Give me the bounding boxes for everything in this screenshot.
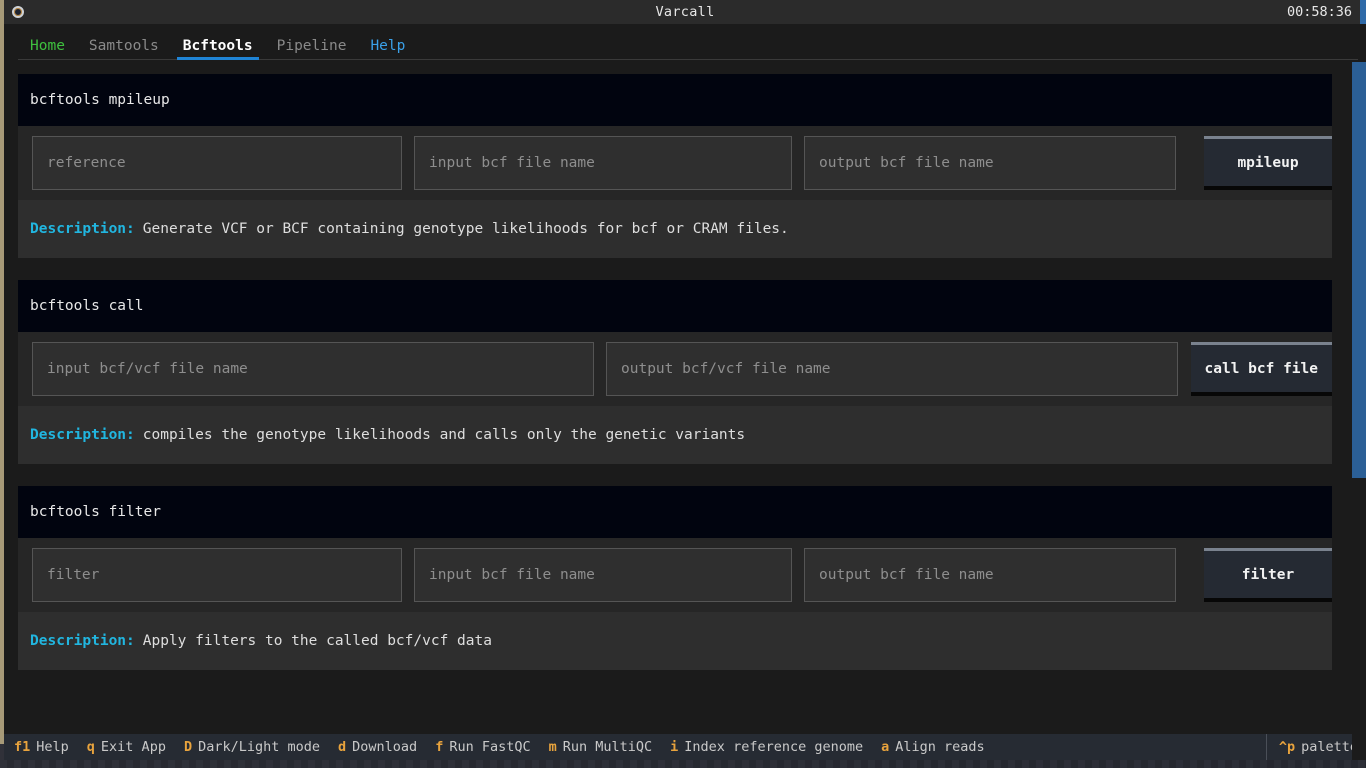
panel-input-row: reference input bcf file name output bcf… (18, 126, 1332, 200)
footer-label: Run FastQC (449, 739, 531, 755)
footer-label: Run MultiQC (562, 739, 653, 755)
footer-key: q (86, 739, 95, 755)
footer-item-align-reads[interactable]: a Align reads (881, 739, 985, 755)
footer-key: d (338, 739, 347, 755)
footer-label: Align reads (895, 739, 985, 755)
title-bar: Varcall 00:58:36 (4, 0, 1366, 24)
panel-bcftools-filter: bcftools filter filter input bcf file na… (18, 486, 1332, 670)
clock: 00:58:36 (1286, 4, 1352, 20)
scrollbar-thumb[interactable] (1352, 62, 1366, 478)
panel-input-row: input bcf/vcf file name output bcf/vcf f… (18, 332, 1332, 406)
mpileup-button[interactable]: mpileup (1204, 136, 1332, 190)
panel-description: Description: compiles the genotype likel… (18, 406, 1332, 464)
panel-title: bcftools filter (18, 486, 1332, 538)
tab-pipeline[interactable]: Pipeline (265, 38, 359, 61)
input-bcf-file-input[interactable]: input bcf file name (414, 136, 792, 190)
footer-key: m (548, 739, 557, 755)
description-text: Generate VCF or BCF containing genotype … (142, 221, 789, 237)
panel-bcftools-mpileup: bcftools mpileup reference input bcf fil… (18, 74, 1332, 258)
footer-keybar: f1 Help q Exit App D Dark/Light mode d D… (4, 734, 1366, 760)
footer-item-exit-app[interactable]: q Exit App (87, 739, 166, 755)
input-bcf-vcf-file-input[interactable]: input bcf/vcf file name (32, 342, 594, 396)
tab-bcftools[interactable]: Bcftools (171, 38, 265, 61)
footer-key: f1 (14, 739, 31, 755)
description-text: Apply filters to the called bcf/vcf data (142, 633, 492, 649)
footer-label: Download (352, 739, 418, 755)
footer-key: i (670, 739, 679, 755)
content-area: bcftools mpileup reference input bcf fil… (4, 60, 1366, 734)
title-bar-accent (1360, 0, 1366, 24)
footer-item-help[interactable]: f1 Help (14, 739, 69, 755)
filter-button[interactable]: filter (1204, 548, 1332, 602)
panel-description: Description: Generate VCF or BCF contain… (18, 200, 1332, 258)
application-window: Varcall 00:58:36 Home Samtools Bcftools … (4, 0, 1366, 760)
footer-item-run-multiqc[interactable]: m Run MultiQC (549, 739, 653, 755)
tab-help[interactable]: Help (358, 38, 417, 61)
call-bcf-file-button[interactable]: call bcf file (1190, 342, 1332, 396)
description-text: compiles the genotype likelihoods and ca… (142, 427, 746, 443)
panel-bcftools-call: bcftools call input bcf/vcf file name ou… (18, 280, 1332, 464)
footer-label: Dark/Light mode (198, 739, 321, 755)
panel-input-row: filter input bcf file name output bcf fi… (18, 538, 1332, 612)
window-title: Varcall (655, 4, 715, 20)
reference-input[interactable]: reference (32, 136, 402, 190)
input-bcf-file-input[interactable]: input bcf file name (414, 548, 792, 602)
footer-label: palette (1301, 739, 1358, 755)
description-label: Description: (30, 221, 135, 237)
footer-item-download[interactable]: d Download (338, 739, 417, 755)
description-label: Description: (30, 633, 135, 649)
description-label: Description: (30, 427, 135, 443)
output-bcf-file-input[interactable]: output bcf file name (804, 136, 1176, 190)
tab-home[interactable]: Home (18, 38, 77, 61)
footer-item-dark-light-mode[interactable]: D Dark/Light mode (184, 739, 320, 755)
tab-bar: Home Samtools Bcftools Pipeline Help (4, 24, 1366, 60)
output-bcf-vcf-file-input[interactable]: output bcf/vcf file name (606, 342, 1178, 396)
panel-description: Description: Apply filters to the called… (18, 612, 1332, 670)
output-bcf-file-input[interactable]: output bcf file name (804, 548, 1176, 602)
footer-label: Exit App (100, 739, 166, 755)
filter-expression-input[interactable]: filter (32, 548, 402, 602)
tab-samtools[interactable]: Samtools (77, 38, 171, 61)
footer-label: Index reference genome (684, 739, 864, 755)
footer-item-index-reference-genome[interactable]: i Index reference genome (670, 739, 863, 755)
footer-label: Help (36, 739, 69, 755)
footer-key: ^p (1278, 739, 1296, 755)
vertical-scrollbar[interactable] (1352, 60, 1366, 760)
footer-item-run-fastqc[interactable]: f Run FastQC (435, 739, 530, 755)
footer-item-palette[interactable]: ^p palette (1265, 734, 1358, 760)
panel-title: bcftools call (18, 280, 1332, 332)
footer-key: a (881, 739, 890, 755)
footer-key: D (183, 739, 193, 755)
panel-title: bcftools mpileup (18, 74, 1332, 126)
footer-key: f (435, 739, 444, 755)
